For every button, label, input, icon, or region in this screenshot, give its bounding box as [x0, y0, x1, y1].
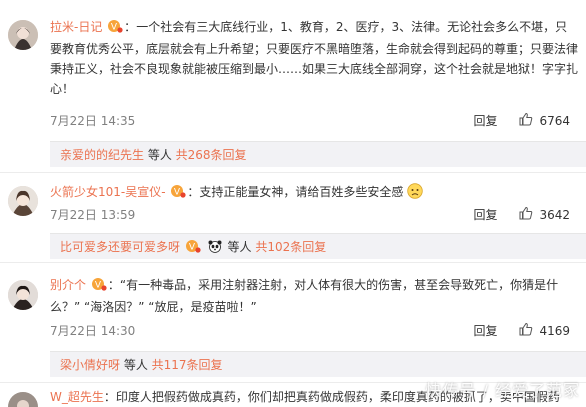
sub-reply-count[interactable]: 共268条回复: [176, 148, 247, 162]
comment-body: “有一种毒品，采用注射器注射，对人体有很大的伤害，甚至会导致死亡，你猜是什么？”…: [50, 278, 559, 314]
worried-face-icon: [407, 183, 423, 205]
avatar[interactable]: [8, 186, 38, 216]
sub-reply-user[interactable]: 梁小倩好呀: [60, 358, 120, 372]
comment-actions: 回复 3642: [473, 206, 570, 223]
comment-item: 拉米-日记 V ：一个社会有三大底线行业，1、教育，2、医疗，3、法律。无论社会…: [0, 0, 586, 170]
timestamp: 7月22日 14:30: [50, 324, 136, 338]
sub-replies-bar[interactable]: 比可爱多还要可爱多呀 V 等人 共102条回复: [50, 233, 586, 259]
separator: ：: [107, 278, 120, 292]
timestamp: 7月22日 14:35: [50, 114, 136, 128]
svg-text:V: V: [111, 23, 118, 33]
comment-item: 火箭少女101-吴宣仪- V ：支持正能量女神，请给百姓多些安全感 7月22日 …: [0, 172, 586, 262]
separator: ：: [124, 20, 137, 34]
reply-button[interactable]: 回复: [473, 112, 497, 129]
avatar[interactable]: [8, 392, 38, 407]
sub-reply-mid: 等人: [223, 240, 256, 254]
like-count: 4169: [539, 323, 570, 338]
like-count: 6764: [539, 113, 570, 128]
watermark: 快传号 / 经爱了范冢: [425, 381, 580, 400]
avatar[interactable]: [8, 280, 38, 310]
sub-replies-bar[interactable]: 梁小倩好呀 等人 共117条回复: [50, 351, 586, 377]
like-count: 3642: [539, 207, 570, 222]
reply-button[interactable]: 回复: [473, 322, 497, 339]
comment-actions: 回复 4169: [473, 322, 570, 339]
verified-badge-icon: V: [170, 184, 187, 204]
sub-reply-user[interactable]: 比可爱多还要可爱多呀: [60, 240, 180, 254]
comment-text: 拉米-日记 V ：一个社会有三大底线行业，1、教育，2、医疗，3、法律。无论社会…: [50, 17, 578, 99]
sub-reply-mid: 等人: [120, 358, 152, 372]
sub-replies-bar[interactable]: 亲爱的的纪先生 等人 共268条回复: [50, 141, 586, 167]
username-link[interactable]: W_超先生: [50, 390, 104, 404]
panda-icon: [207, 236, 223, 262]
svg-text:V: V: [189, 243, 196, 253]
comment-actions: 回复 6764: [473, 112, 570, 129]
thumb-up-icon[interactable]: [519, 112, 533, 129]
sub-reply-user[interactable]: 亲爱的的纪先生: [60, 148, 144, 162]
comment-text: 别介个 V ：“有一种毒品，采用注射器注射，对人体有很大的伤害，甚至会导致死亡，…: [50, 275, 578, 317]
avatar[interactable]: [8, 20, 38, 50]
separator: ：: [187, 185, 200, 199]
svg-text:V: V: [95, 281, 102, 291]
sub-reply-mid: 等人: [144, 148, 176, 162]
verified-badge-icon: V: [185, 236, 201, 262]
separator: ：: [103, 390, 116, 404]
verified-badge-icon: V: [91, 277, 107, 297]
comment-text: 火箭少女101-吴宣仪- V ：支持正能量女神，请给百姓多些安全感: [50, 182, 578, 205]
thumb-up-icon[interactable]: [519, 206, 533, 223]
timestamp: 7月22日 13:59: [50, 208, 136, 222]
svg-text:V: V: [174, 188, 181, 198]
comment-item: 别介个 V ：“有一种毒品，采用注射器注射，对人体有很大的伤害，甚至会导致死亡，…: [0, 262, 586, 377]
username-link[interactable]: 拉米-日记: [50, 20, 102, 34]
comment-body: 支持正能量女神，请给百姓多些安全感: [199, 185, 404, 199]
username-link[interactable]: 别介个: [50, 278, 86, 292]
sub-reply-count[interactable]: 共102条回复: [255, 240, 326, 254]
verified-badge-icon: V: [107, 19, 123, 39]
thumb-up-icon[interactable]: [519, 322, 533, 339]
sub-reply-count[interactable]: 共117条回复: [152, 358, 223, 372]
username-link[interactable]: 火箭少女101-吴宣仪-: [50, 185, 166, 199]
reply-button[interactable]: 回复: [473, 206, 497, 223]
